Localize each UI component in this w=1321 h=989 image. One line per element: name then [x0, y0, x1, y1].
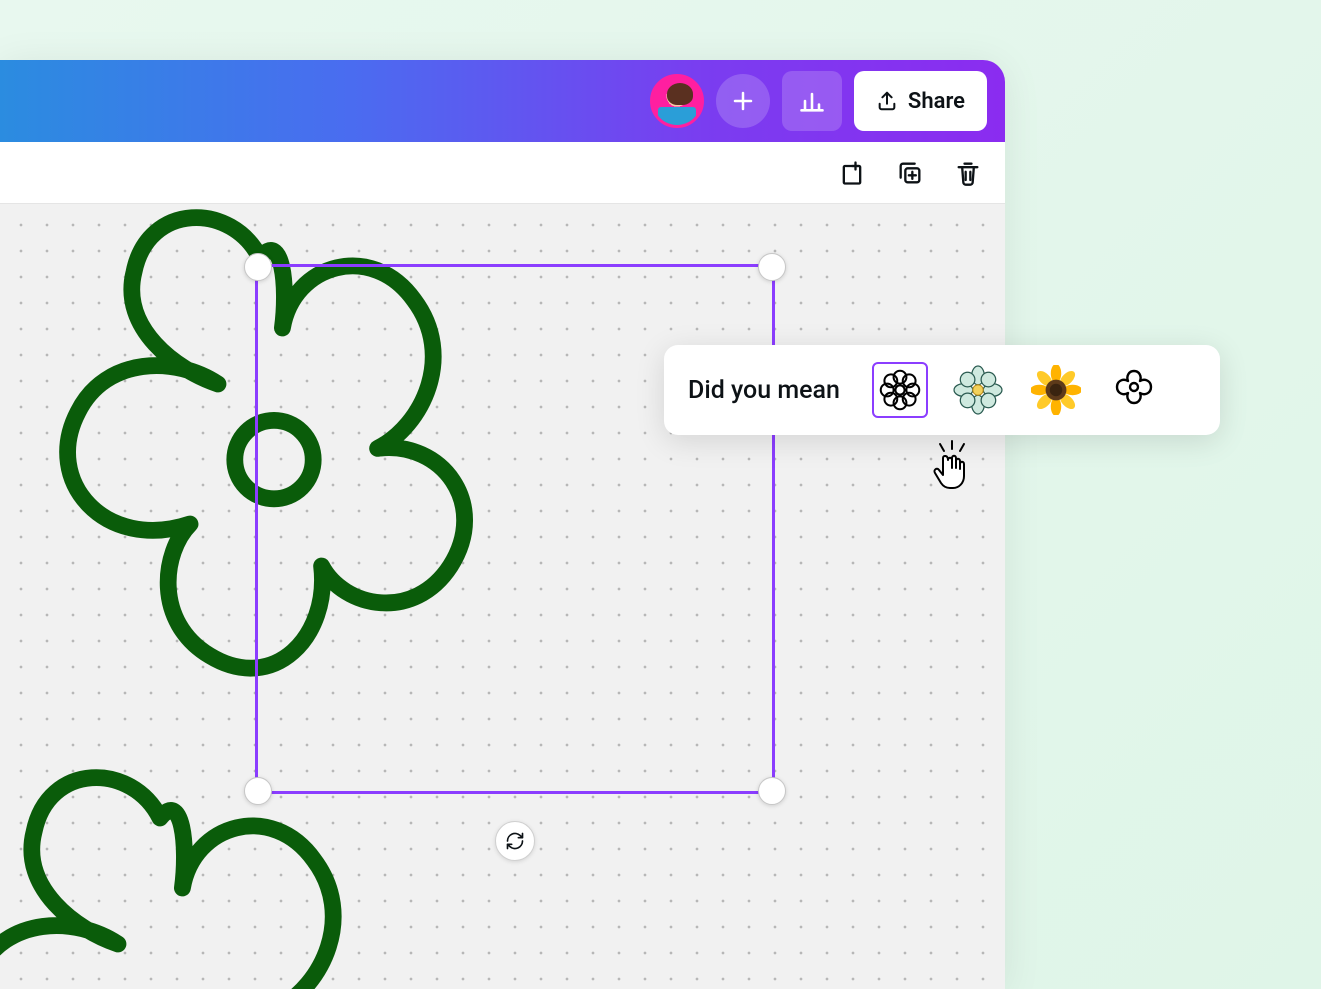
suggestion-prompt: Did you mean	[688, 376, 840, 405]
share-button[interactable]: Share	[854, 71, 987, 131]
delete-button[interactable]	[953, 158, 983, 188]
user-avatar[interactable]	[650, 74, 704, 128]
shape-suggestion-popup: Did you mean	[664, 345, 1220, 435]
selection-box[interactable]	[255, 264, 775, 794]
share-label: Share	[908, 89, 965, 114]
resize-handle-tr[interactable]	[758, 253, 786, 281]
chart-icon	[798, 87, 826, 115]
analytics-button[interactable]	[782, 71, 842, 131]
editor-window: Share	[0, 60, 1005, 989]
suggestion-option-flower-teal[interactable]	[950, 362, 1006, 418]
suggestion-option-flower-line[interactable]	[1106, 362, 1162, 418]
cursor-click-icon	[930, 440, 978, 492]
upload-icon	[876, 90, 898, 112]
add-collaborator-button[interactable]	[716, 74, 770, 128]
duplicate-button[interactable]	[895, 158, 925, 188]
rotate-handle[interactable]	[495, 821, 535, 861]
resize-handle-bl[interactable]	[244, 777, 272, 805]
resize-handle-br[interactable]	[758, 777, 786, 805]
app-header: Share	[0, 60, 1005, 142]
suggestion-option-sunflower[interactable]	[1028, 362, 1084, 418]
plus-icon	[731, 89, 755, 113]
drawing-canvas[interactable]	[0, 204, 1005, 989]
add-page-button[interactable]	[837, 158, 867, 188]
resize-handle-tl[interactable]	[244, 253, 272, 281]
suggestion-option-flower-outline[interactable]	[872, 362, 928, 418]
